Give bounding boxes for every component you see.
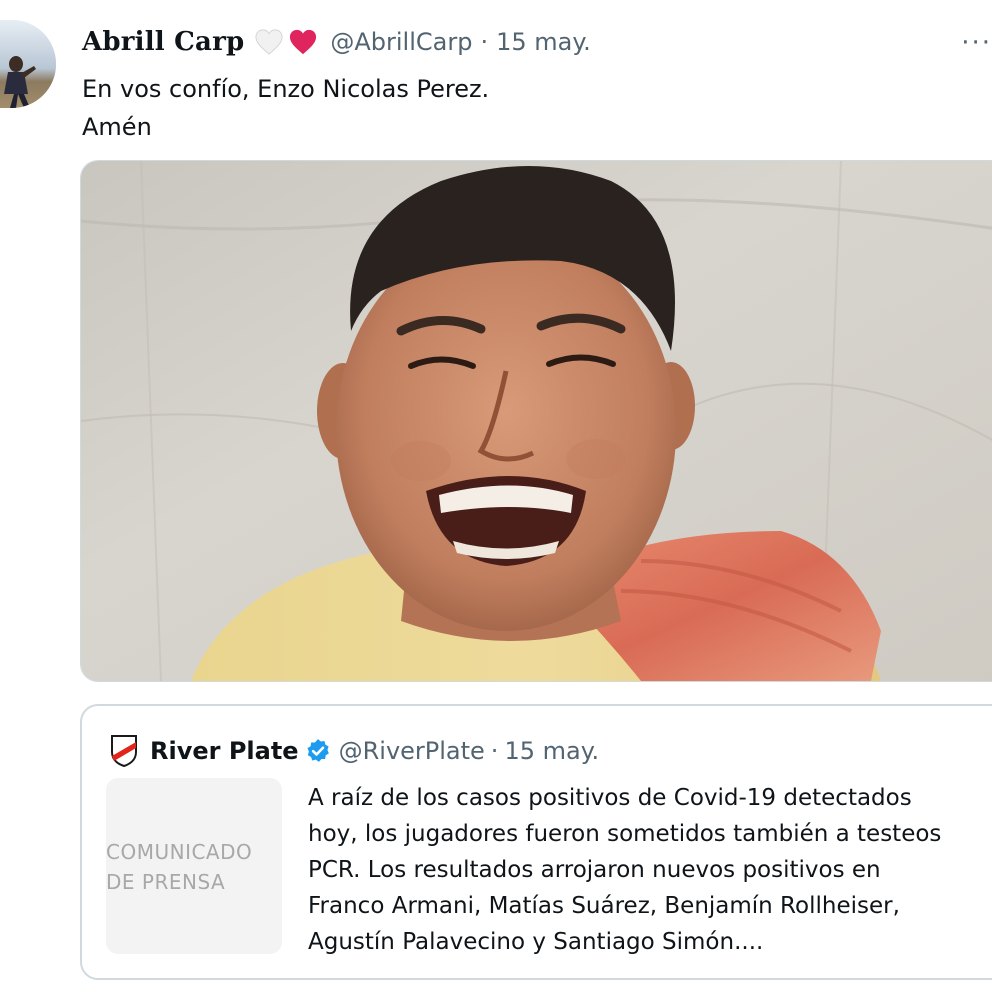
tweet-photo[interactable]: [80, 160, 992, 682]
quoted-tweet[interactable]: River Plate @RiverPlate · 15 may. COMUNI…: [80, 704, 992, 980]
meme-image: [81, 161, 992, 681]
quoted-text-line: hoy, los jugadores fueron sometidos tamb…: [308, 821, 942, 847]
display-name[interactable]: Abrill Carp: [82, 27, 244, 57]
verified-badge-icon: [307, 739, 329, 762]
more-options-icon[interactable]: ···: [961, 28, 992, 58]
quoted-tweet-thumbnail[interactable]: COMUNICADO DE PRENSA: [106, 778, 282, 954]
separator-dot: ·: [490, 737, 499, 765]
quoted-tweet-date[interactable]: 15 may.: [504, 737, 599, 765]
tweet-text: En vos confío, Enzo Nicolas Perez. Amén: [82, 70, 489, 146]
thumbnail-text: COMUNICADO: [106, 840, 253, 864]
quoted-text-line: A raíz de los casos positivos de Covid-1…: [308, 785, 912, 811]
quoted-tweet-text: A raíz de los casos positivos de Covid-1…: [308, 780, 992, 960]
river-plate-logo-icon: [111, 735, 137, 768]
tweet-header: Abrill Carp @AbrillCarp · 15 may.: [82, 22, 591, 62]
tweet-text-line: En vos confío, Enzo Nicolas Perez.: [82, 75, 490, 103]
quoted-text-line: Agustín Palavecino y Santiago Simón....: [308, 929, 764, 955]
avatar-image: [0, 20, 56, 108]
avatar[interactable]: [0, 20, 56, 108]
white-heart-icon: [255, 29, 283, 55]
tweet-card: Abrill Carp @AbrillCarp · 15 may. ··· En…: [0, 0, 992, 992]
tweet-text-line: Amén: [82, 113, 152, 141]
quoted-text-line: Franco Armani, Matías Suárez, Benjamín R…: [308, 893, 900, 919]
red-heart-icon: [290, 29, 317, 55]
user-handle[interactable]: @AbrillCarp: [330, 28, 472, 56]
separator-dot: ·: [480, 28, 489, 56]
quoted-user-handle[interactable]: @RiverPlate: [339, 737, 485, 765]
thumbnail-text: DE PRENSA: [106, 870, 226, 894]
tweet-date[interactable]: 15 may.: [496, 28, 591, 56]
quoted-display-name[interactable]: River Plate: [150, 737, 299, 765]
quoted-text-line: PCR. Los resultados arrojaron nuevos pos…: [308, 857, 881, 883]
quoted-tweet-header: River Plate @RiverPlate · 15 may.: [110, 732, 599, 770]
